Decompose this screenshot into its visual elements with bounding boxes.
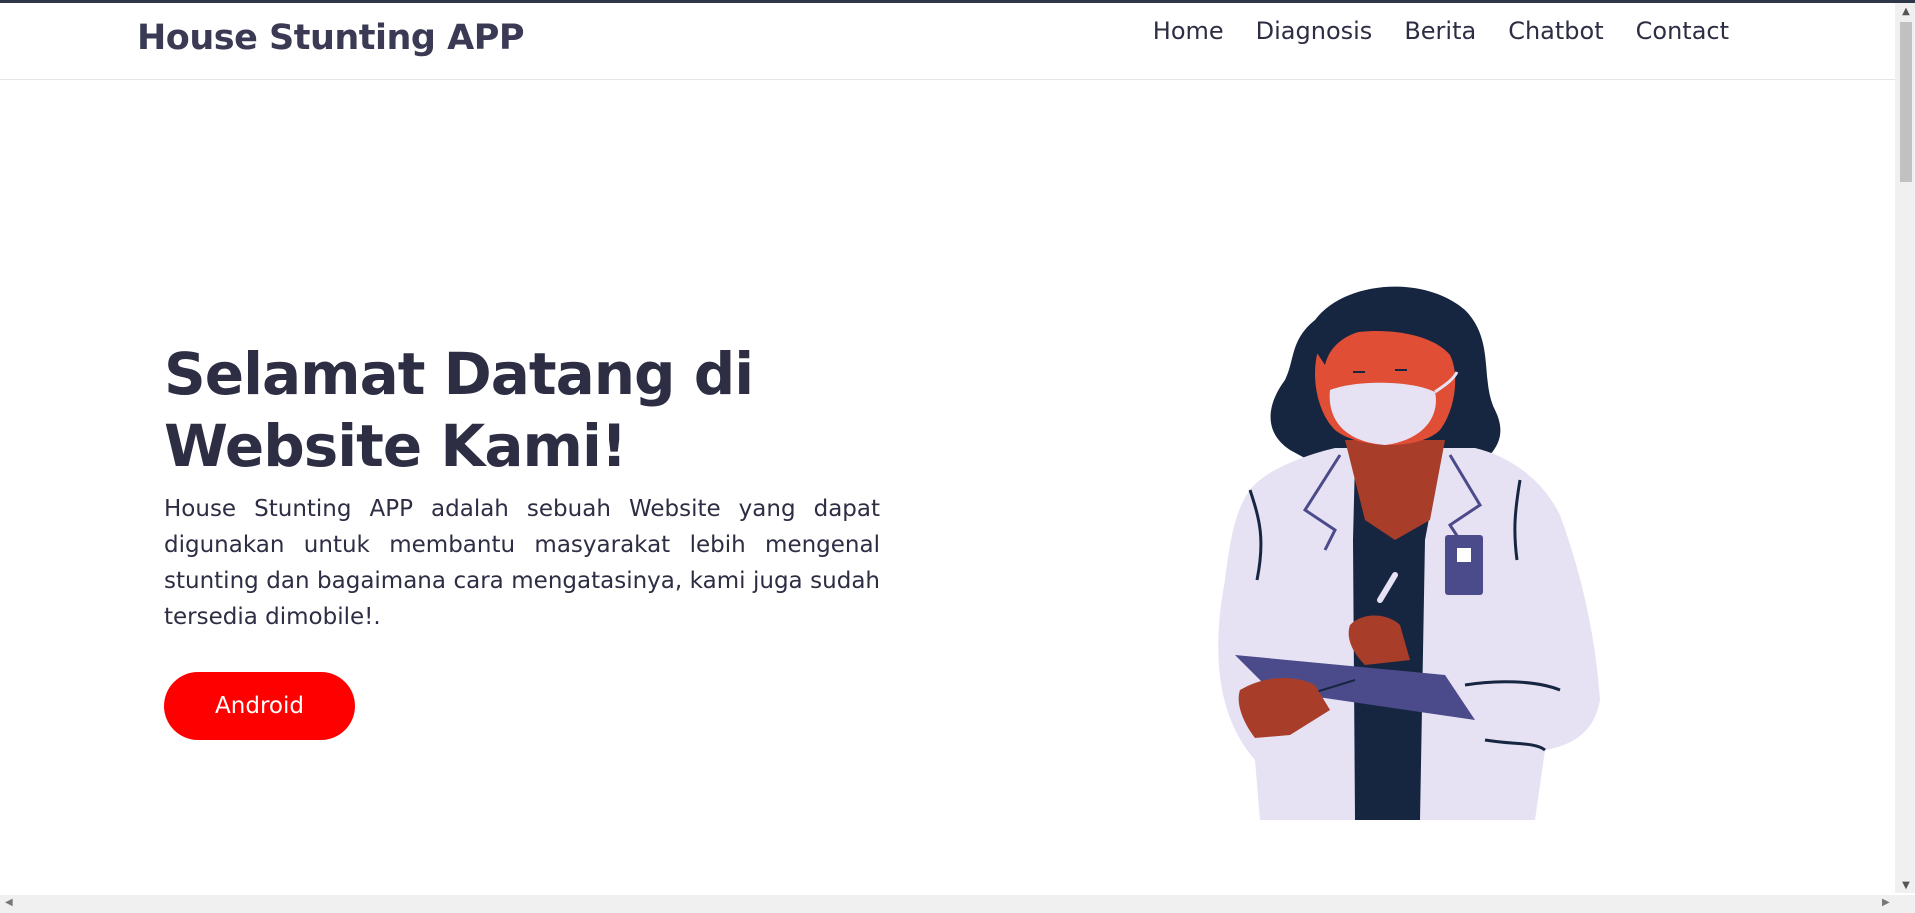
nav-links: Home Diagnosis Berita Chatbot Contact xyxy=(1153,17,1729,45)
android-button[interactable]: Android xyxy=(164,672,355,740)
hero-description: House Stunting APP adalah sebuah Website… xyxy=(164,496,880,630)
navbar: House Stunting APP Home Diagnosis Berita… xyxy=(0,3,1895,80)
horizontal-scrollbar[interactable] xyxy=(0,895,1895,913)
scroll-left-arrow-icon[interactable]: ◀ xyxy=(5,897,13,908)
scrollbar-corner xyxy=(1895,895,1915,913)
nav-berita-link[interactable]: Berita xyxy=(1404,17,1476,45)
scroll-up-arrow-icon[interactable]: ▲ xyxy=(1899,6,1913,17)
nav-chatbot-link[interactable]: Chatbot xyxy=(1508,17,1603,45)
vertical-scroll-thumb[interactable] xyxy=(1900,22,1912,182)
nav-contact-link[interactable]: Contact xyxy=(1636,17,1729,45)
scroll-right-arrow-icon[interactable]: ▶ xyxy=(1882,897,1890,908)
hero-title: Selamat Datang di Website Kami! xyxy=(164,340,754,480)
doctor-illustration-icon xyxy=(1218,286,1600,820)
nav-home-link[interactable]: Home xyxy=(1153,17,1224,45)
scroll-down-arrow-icon[interactable]: ▼ xyxy=(1899,880,1913,891)
nav-diagnosis-link[interactable]: Diagnosis xyxy=(1256,17,1373,45)
brand-logo[interactable]: House Stunting APP xyxy=(137,18,525,58)
